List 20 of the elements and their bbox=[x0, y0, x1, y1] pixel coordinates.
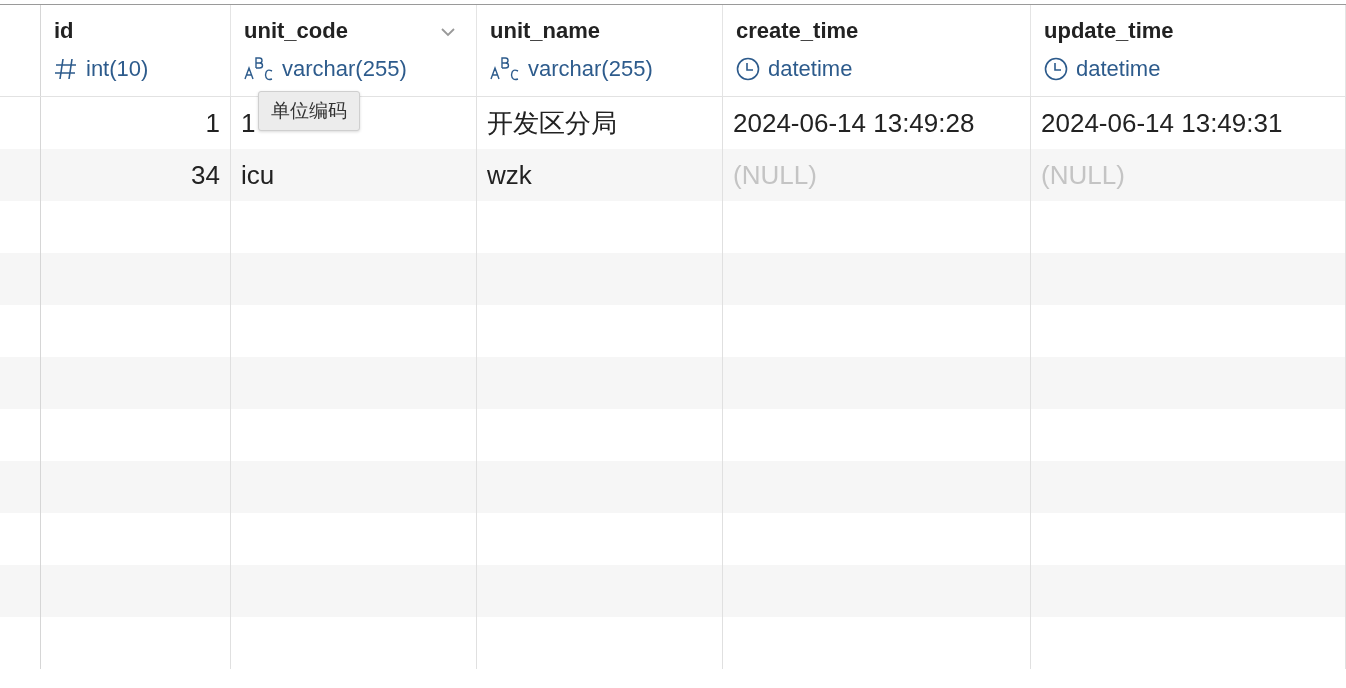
clock-icon bbox=[736, 57, 760, 81]
column-type: varchar(255) bbox=[282, 55, 407, 83]
column-header[interactable]: create_time bbox=[736, 17, 1018, 45]
table-cell: icu bbox=[231, 149, 477, 201]
table-cell: wzk bbox=[477, 149, 723, 201]
clock-icon bbox=[1044, 57, 1068, 81]
column-type: varchar(255) bbox=[528, 55, 653, 83]
column-header[interactable]: id bbox=[54, 17, 218, 45]
column-type: datetime bbox=[1076, 55, 1161, 83]
tooltip: 单位编码 bbox=[258, 91, 360, 131]
table-cell: 34 bbox=[41, 149, 231, 201]
chevron-down-icon[interactable] bbox=[440, 27, 456, 37]
text-type-icon bbox=[490, 57, 520, 81]
column-header[interactable]: unit_code bbox=[244, 17, 464, 45]
column-header[interactable]: unit_name bbox=[490, 17, 710, 45]
text-type-icon bbox=[244, 57, 274, 81]
column-type: int(10) bbox=[86, 55, 149, 83]
column-header[interactable]: update_time bbox=[1044, 17, 1333, 45]
column-type: datetime bbox=[768, 55, 853, 83]
hash-icon bbox=[54, 57, 78, 81]
